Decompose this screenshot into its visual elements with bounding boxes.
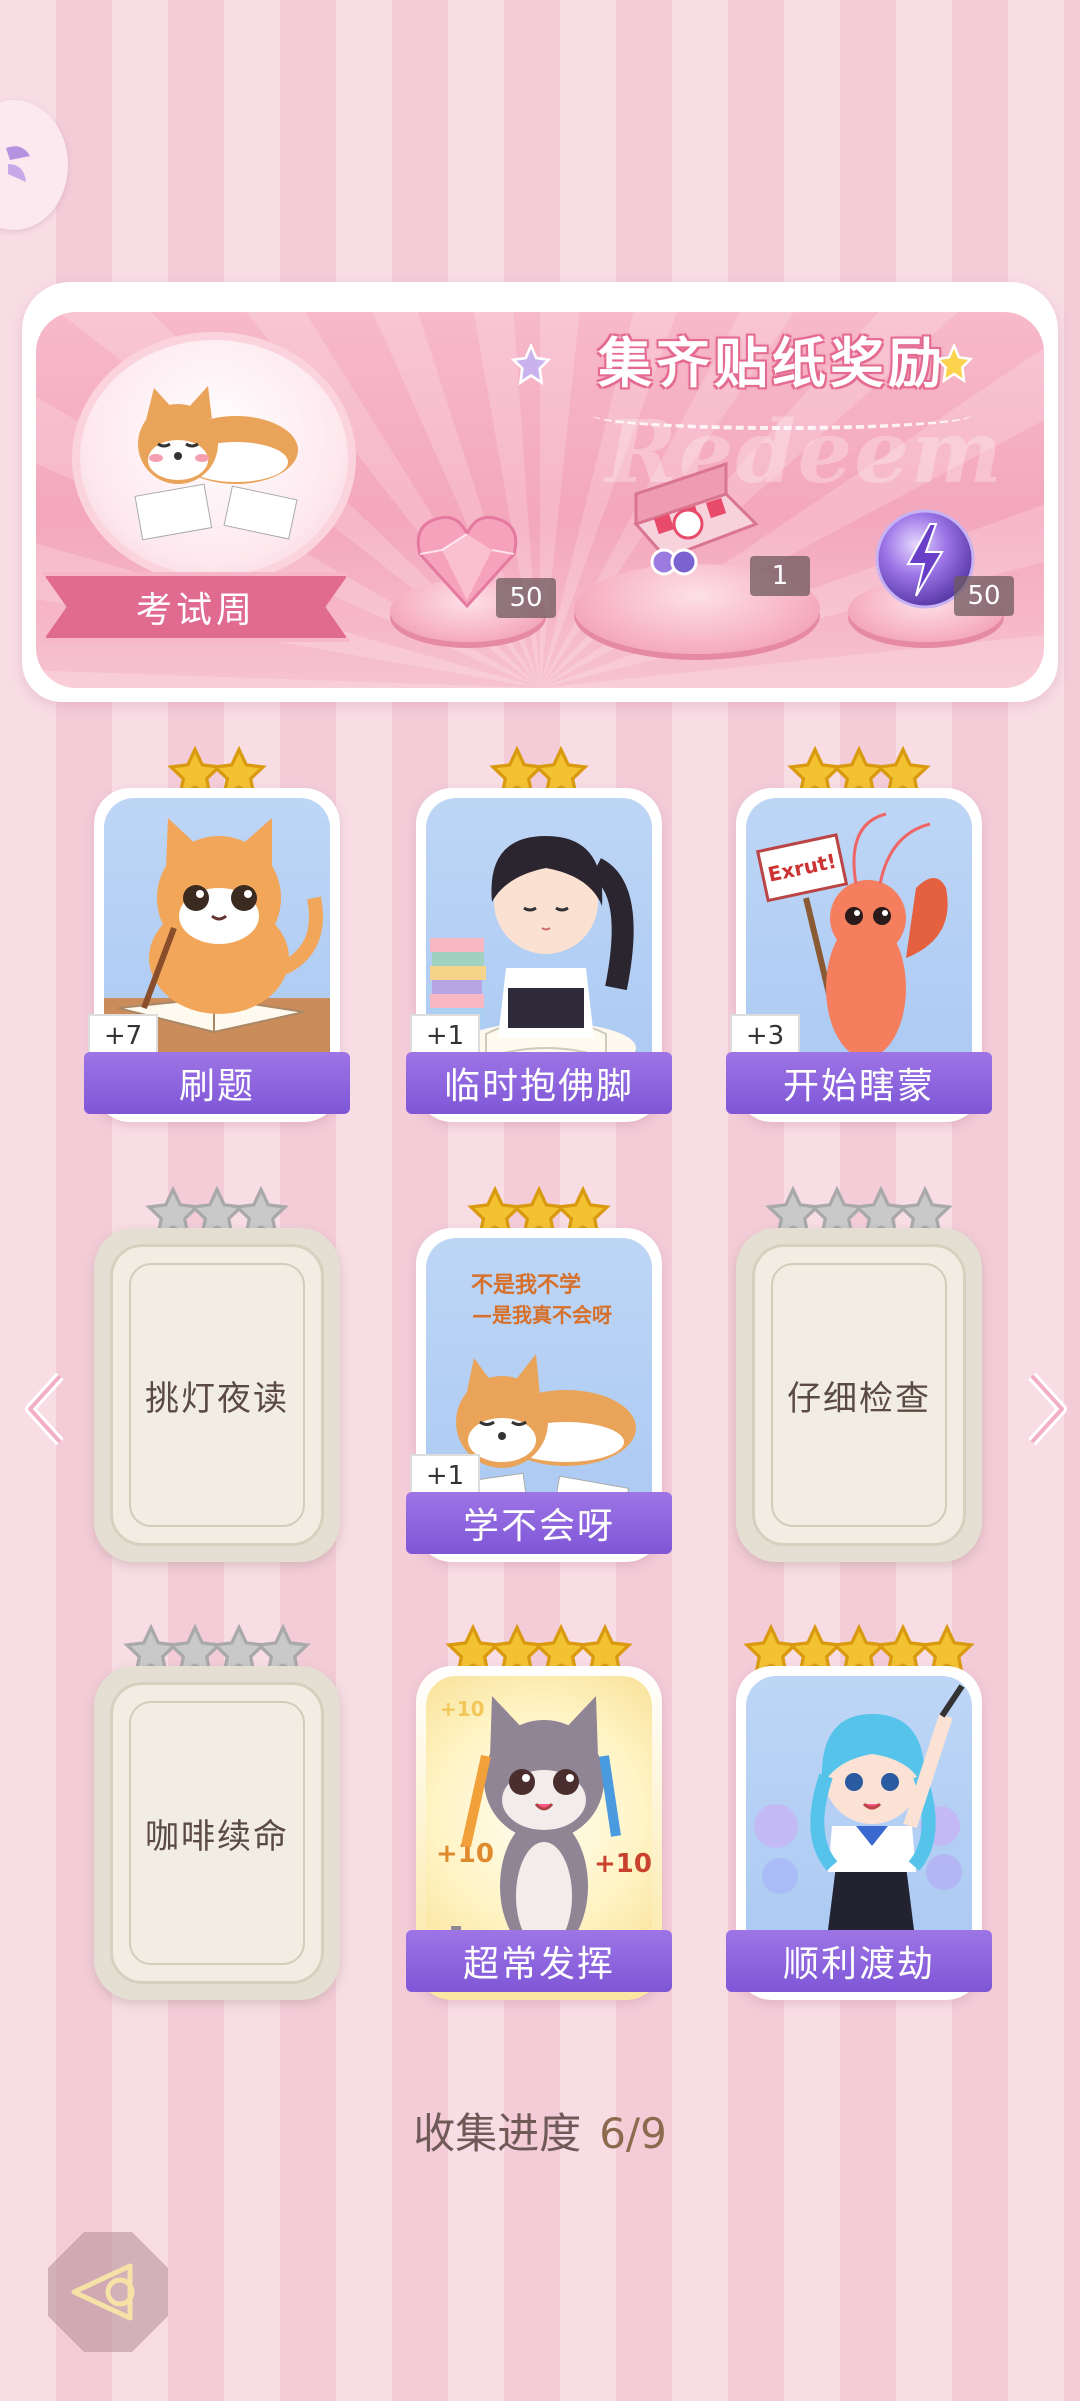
title-underline bbox=[592, 400, 972, 430]
locked-frame: 挑灯夜读 bbox=[94, 1228, 340, 1562]
sticker-frame: Exrut! +3 开始瞎蒙 bbox=[726, 788, 992, 1122]
card-name: 开始瞎蒙 bbox=[726, 1052, 992, 1114]
locked-frame: 咖啡续命 bbox=[94, 1666, 340, 2000]
reward-count: 1 bbox=[750, 556, 810, 596]
banner-title: 集齐贴纸奖励 bbox=[598, 331, 946, 395]
progress-value: 6/9 bbox=[599, 2109, 667, 2158]
sticker-card-locked[interactable]: 咖啡续命 bbox=[88, 1624, 346, 2004]
card-name: 咖啡续命 bbox=[145, 1816, 289, 1857]
pinwheel-icon bbox=[6, 146, 30, 182]
back-arrow-icon bbox=[71, 2263, 135, 2321]
sticker-card[interactable]: +1 临时抱佛脚 bbox=[406, 746, 672, 1126]
card-name: 超常发挥 bbox=[406, 1930, 672, 1992]
next-page-arrow-icon[interactable] bbox=[1022, 1370, 1072, 1448]
prev-page-arrow-icon[interactable] bbox=[20, 1370, 70, 1448]
card-name: 刷题 bbox=[84, 1052, 350, 1114]
bonus-text: +10 bbox=[440, 1697, 485, 1721]
star-decoration-icon bbox=[510, 344, 552, 386]
side-menu-button[interactable] bbox=[0, 100, 68, 230]
sticker-frame: +7 刷题 bbox=[84, 788, 350, 1122]
sticker-card-locked[interactable]: 仔细检查 bbox=[730, 1186, 988, 1566]
card-name: 临时抱佛脚 bbox=[406, 1052, 672, 1114]
sticker-frame: +10 +10 +10 超常发挥 bbox=[406, 1666, 672, 2000]
progress-label: 收集进度 bbox=[413, 2109, 582, 2158]
card-name: 仔细检查 bbox=[787, 1378, 931, 1419]
bonus-text: +10 bbox=[594, 1849, 652, 1879]
reward-energy-orb[interactable]: 50 bbox=[870, 504, 1014, 618]
sticker-caption-line1: 不是我不学 bbox=[471, 1272, 581, 1298]
reward-banner: Redeem 集齐贴纸奖励 考试周 50 1 50 bbox=[22, 282, 1058, 702]
card-name: 学不会呀 bbox=[406, 1492, 672, 1554]
collection-progress: 收集进度 6/9 bbox=[0, 2100, 1080, 2161]
sticker-card[interactable]: 顺利渡劫 bbox=[726, 1624, 992, 2004]
sticker-frame: +1 临时抱佛脚 bbox=[406, 788, 672, 1122]
theme-badge bbox=[72, 332, 356, 584]
sticker-caption-line2: —是我真不会呀 bbox=[472, 1303, 612, 1327]
back-button[interactable] bbox=[48, 2232, 168, 2352]
reward-count: 50 bbox=[954, 576, 1014, 616]
sticker-card[interactable]: +10 +10 +10 超常发挥 bbox=[406, 1624, 672, 2004]
sticker-frame: 顺利渡劫 bbox=[726, 1666, 992, 2000]
sticker-card[interactable]: +7 刷题 bbox=[84, 746, 350, 1126]
gift-box-icon bbox=[633, 461, 759, 576]
reward-gift-box[interactable]: 1 bbox=[616, 454, 810, 596]
sticker-card-locked[interactable]: 挑灯夜读 bbox=[88, 1186, 346, 1566]
card-name: 挑灯夜读 bbox=[145, 1378, 289, 1419]
card-name: 顺利渡劫 bbox=[726, 1930, 992, 1992]
theme-label: 考试周 bbox=[42, 572, 350, 642]
sticker-card[interactable]: Exrut! +3 开始瞎蒙 bbox=[726, 746, 992, 1126]
sticker-frame: 不是我不学 —是我真不会呀 +1 学不会呀 bbox=[406, 1228, 672, 1562]
sticker-card[interactable]: 不是我不学 —是我真不会呀 +1 学不会呀 bbox=[406, 1186, 672, 1566]
star-decoration-icon bbox=[934, 344, 974, 384]
reward-count: 50 bbox=[496, 578, 556, 618]
reward-heart-gem[interactable]: 50 bbox=[412, 510, 556, 618]
shiba-dog-icon bbox=[134, 386, 298, 540]
locked-frame: 仔细检查 bbox=[736, 1228, 982, 1562]
